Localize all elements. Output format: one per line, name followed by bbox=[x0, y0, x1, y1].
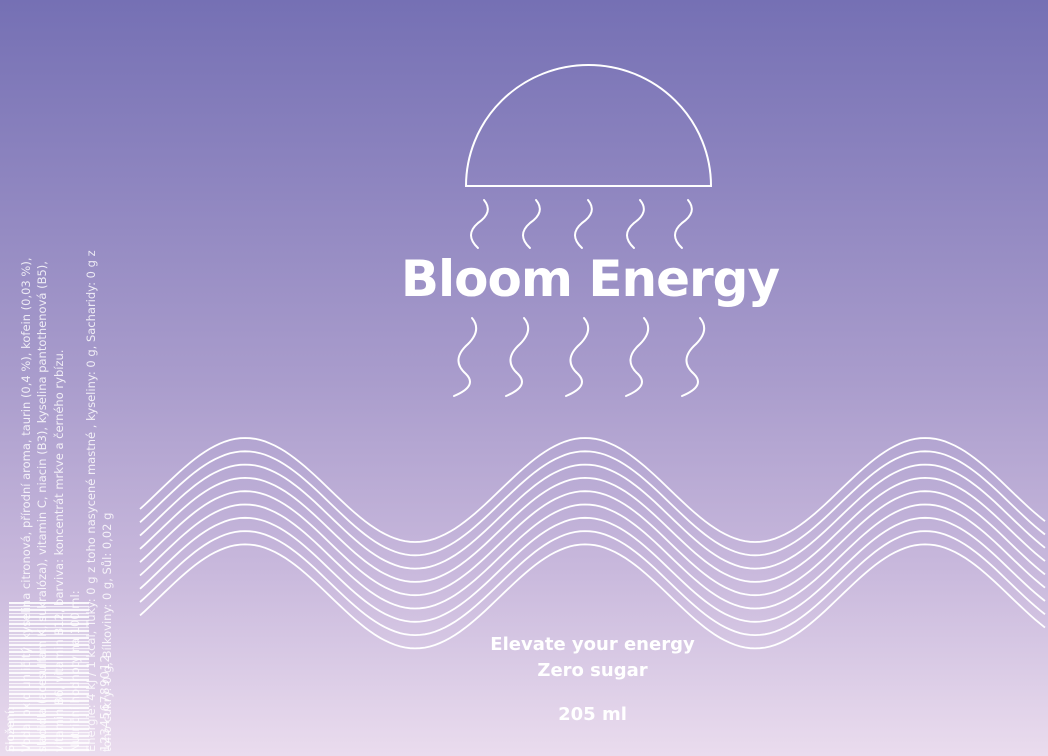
lower-tentacle bbox=[505, 317, 530, 397]
brand-name: Bloom Energy bbox=[400, 250, 780, 308]
wave-line bbox=[139, 543, 1046, 650]
upper-tentacle bbox=[626, 199, 645, 249]
upper-tentacle bbox=[674, 199, 693, 249]
lower-tentacle bbox=[453, 317, 478, 397]
jellyfish-bell bbox=[464, 64, 713, 187]
upper-tentacle bbox=[574, 199, 593, 249]
upper-tentacle bbox=[470, 199, 489, 249]
lower-tentacle bbox=[625, 317, 650, 397]
jellyfish-icon bbox=[453, 64, 713, 397]
tagline-energy: Elevate your energy bbox=[490, 634, 695, 655]
wave-lines bbox=[139, 437, 1046, 650]
volume-label: 205 ml bbox=[558, 704, 627, 725]
upper-tentacle bbox=[522, 199, 541, 249]
lower-tentacle bbox=[681, 317, 706, 397]
lower-tentacle bbox=[565, 317, 590, 397]
tagline-zero-sugar: Zero sugar bbox=[537, 660, 648, 681]
